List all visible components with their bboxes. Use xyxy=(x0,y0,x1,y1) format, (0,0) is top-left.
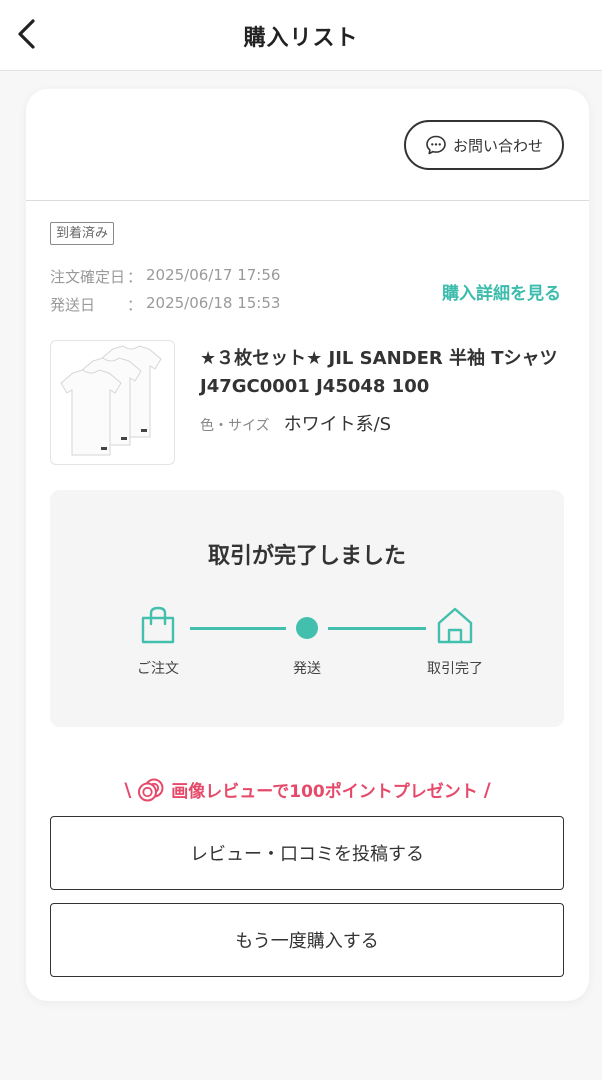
points-coin-icon xyxy=(138,778,164,801)
product-name[interactable]: ★３枚セット★ JIL SANDER 半袖 Tシャツ J47GC0001 J45… xyxy=(200,345,570,401)
post-review-button[interactable]: レビュー・口コミを投稿する xyxy=(50,816,564,890)
shipped-label: 発送日 xyxy=(50,296,96,314)
shipped-value: 2025/06/18 15:53 xyxy=(146,294,281,312)
inquiry-button[interactable]: お問い合わせ xyxy=(404,120,564,170)
shipped-date-row: 発送日： 2025/06/18 15:53 xyxy=(50,294,281,314)
promo-text: 画像レビューで100ポイントプレゼント xyxy=(171,782,478,802)
spec-label: 色・サイズ xyxy=(200,418,270,434)
progress-line-2 xyxy=(328,627,426,630)
order-card: お問い合わせ 到着済み 注文確定日： 2025/06/17 17:56 発送日：… xyxy=(26,89,589,1001)
page-title: 購入リスト xyxy=(243,26,359,51)
house-icon xyxy=(437,607,473,644)
progress-title: 取引が完了しました xyxy=(207,544,406,569)
chat-bubble-icon xyxy=(426,135,446,155)
inquiry-label: お問い合わせ xyxy=(452,136,543,155)
step-label-shipped: 発送 xyxy=(293,661,321,677)
order-confirmed-row: 注文確定日： 2025/06/17 17:56 xyxy=(50,266,281,286)
product-image[interactable] xyxy=(50,340,175,465)
progress-line-1 xyxy=(190,627,286,630)
order-confirmed-value: 2025/06/17 17:56 xyxy=(146,266,281,284)
order-confirmed-label: 注文確定日 xyxy=(50,268,126,286)
tshirt-image xyxy=(60,345,162,456)
status-badge: 到着済み xyxy=(50,222,115,245)
spec-value: ホワイト系/S xyxy=(283,414,392,435)
purchase-detail-link[interactable]: 購入詳細を見る xyxy=(442,279,561,304)
app-header: 購入リスト xyxy=(0,0,602,71)
product-spec-row: 色・サイズ ホワイト系/S xyxy=(200,410,391,436)
step-label-complete: 取引完了 xyxy=(427,661,483,677)
divider xyxy=(26,200,589,201)
buy-again-button[interactable]: もう一度購入する xyxy=(50,903,564,977)
step-label-ordered: ご注文 xyxy=(137,661,179,677)
dot-icon xyxy=(296,617,318,639)
transaction-progress: 取引が完了しました ご注文 発送 取引完了 xyxy=(50,490,564,727)
shopping-bag-icon xyxy=(141,606,175,644)
review-promo: \ 画像レビューで100ポイントプレゼント / xyxy=(124,778,491,802)
